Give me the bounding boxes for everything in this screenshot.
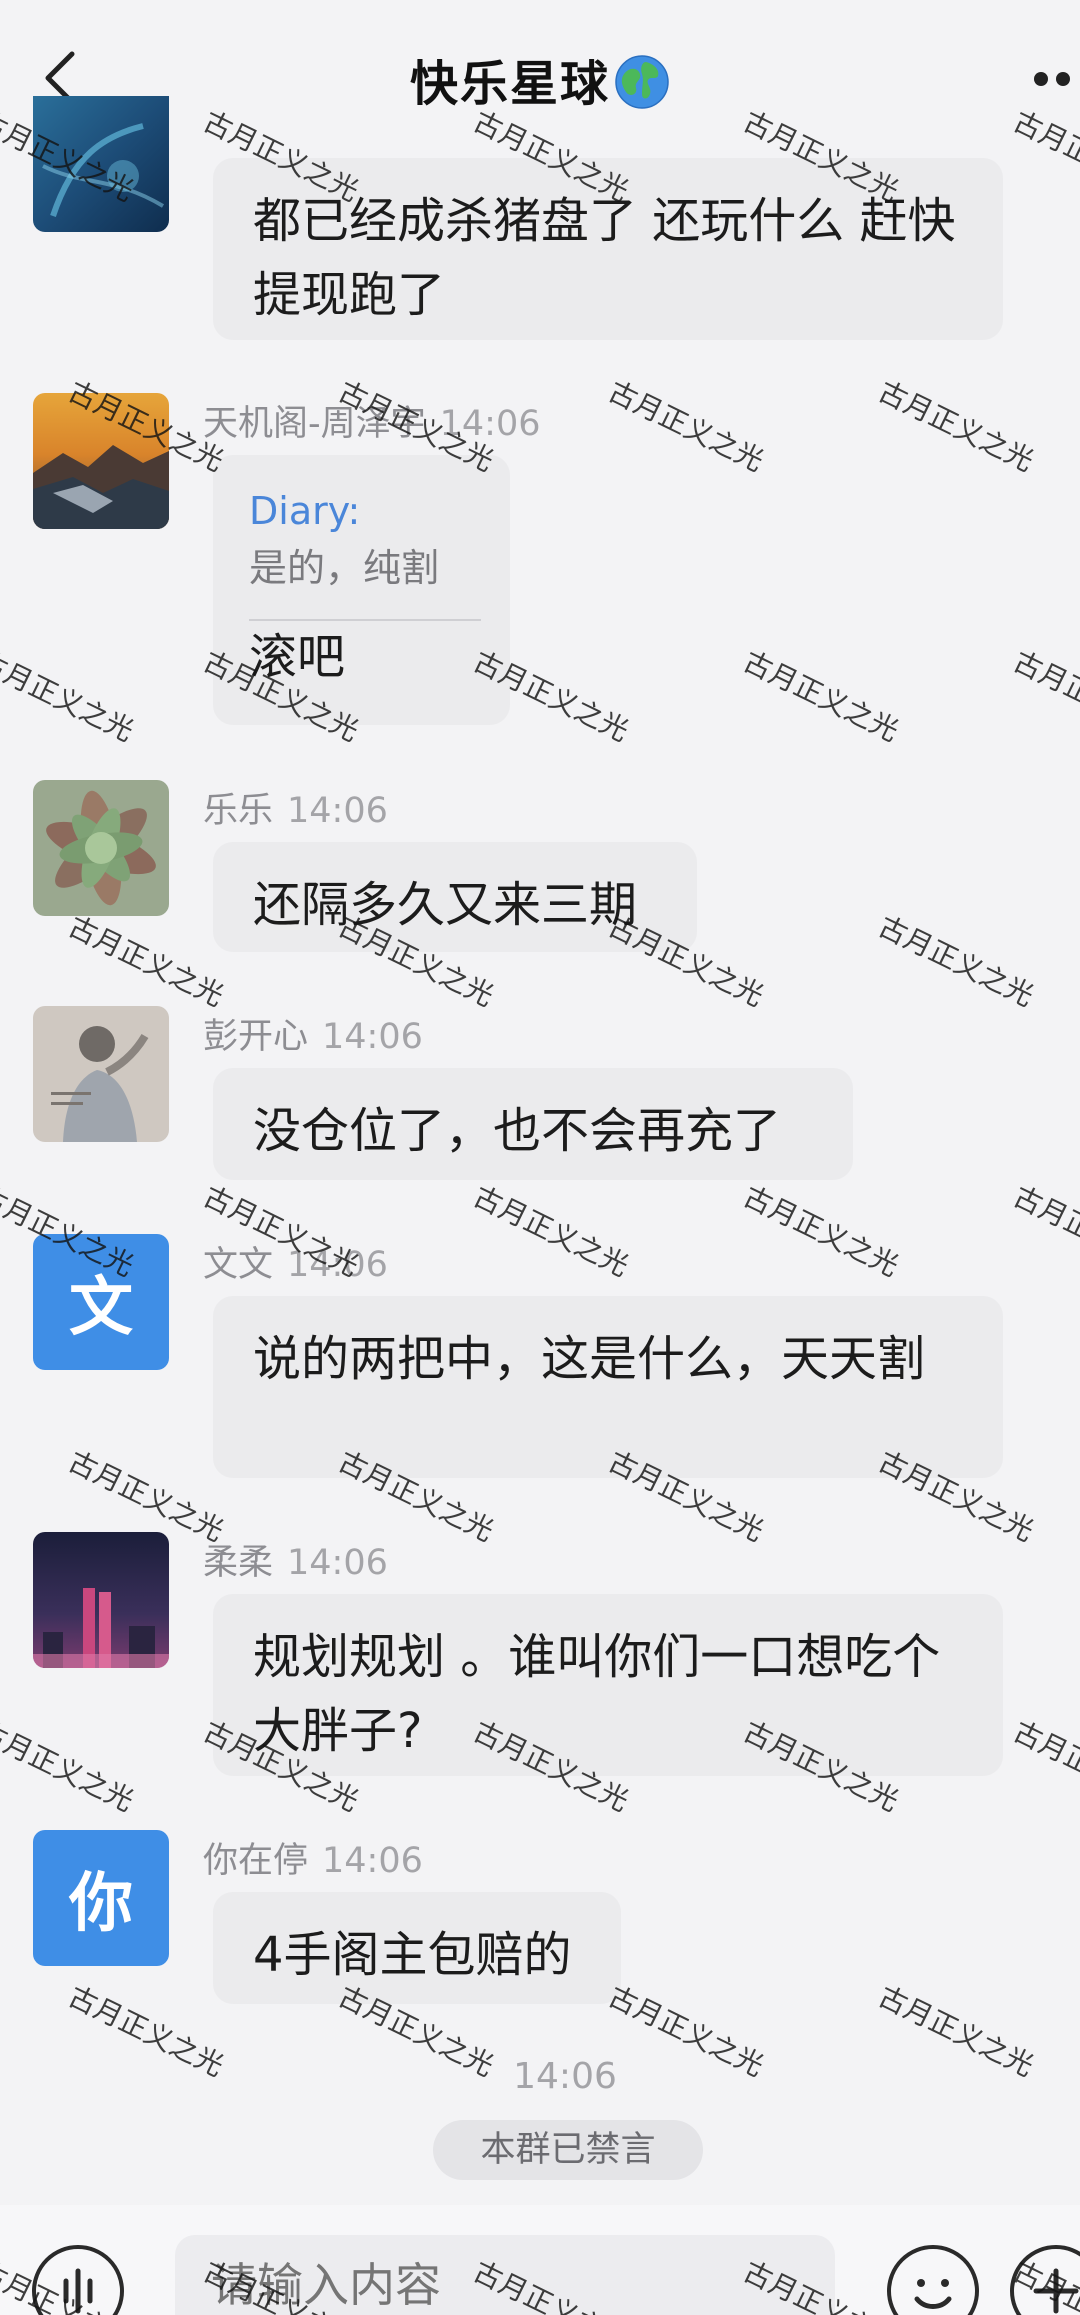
- avatar[interactable]: [33, 780, 169, 916]
- avatar-sunset-mountain-image: [33, 393, 169, 529]
- sender-line: 你在停 14:06: [203, 1832, 423, 1883]
- chat-screen: 快乐星球 都已经成杀猪盘了 还玩什么 赶快提现跑了 天机阁-周泽宇 14:06 …: [0, 0, 1080, 2315]
- message-time: 14:06: [322, 1017, 423, 1057]
- message-text: 都已经成杀猪盘了 还玩什么 赶快提现跑了: [253, 193, 956, 323]
- sender-name[interactable]: 柔柔: [203, 1543, 273, 1583]
- system-timestamp: 14:06: [513, 2056, 617, 2097]
- avatar[interactable]: [33, 1006, 169, 1142]
- message-time: 14:06: [287, 1543, 388, 1583]
- message-bubble[interactable]: 4手阁主包赔的: [213, 1892, 621, 2004]
- sender-line: 乐乐 14:06: [203, 782, 388, 833]
- avatar[interactable]: [33, 96, 169, 232]
- more-actions-button[interactable]: [1010, 2245, 1080, 2315]
- watermark-text: 古月正义之光: [63, 909, 229, 1013]
- watermark-text: 古月正义之光: [738, 1179, 904, 1283]
- letter-avatar[interactable]: 文: [33, 1234, 169, 1370]
- sender-name[interactable]: 乐乐: [203, 791, 273, 831]
- quote-sender[interactable]: Diary:: [249, 483, 474, 539]
- avatar-person-image: [33, 1006, 169, 1142]
- message-text: 规划规划 。谁叫你们一口想吃个大胖子?: [253, 1629, 941, 1759]
- smiley-icon: [914, 2279, 952, 2309]
- quote-text[interactable]: 是的，纯割: [249, 539, 474, 597]
- more-options-button[interactable]: [1030, 62, 1080, 92]
- avatar-city-night-image: [33, 1532, 169, 1668]
- watermark-text: 古月正义之光: [1008, 644, 1080, 748]
- message-bubble[interactable]: 规划规划 。谁叫你们一口想吃个大胖子?: [213, 1594, 1003, 1776]
- message-bubble[interactable]: 说的两把中，这是什么，天天割: [213, 1296, 1003, 1478]
- watermark-text: 古月正义之光: [603, 374, 769, 478]
- message-bubble[interactable]: 没仓位了，也不会再充了: [213, 1068, 853, 1180]
- sender-line: 文文 14:06: [203, 1236, 388, 1287]
- voice-input-button[interactable]: [32, 2245, 124, 2315]
- emoji-button[interactable]: [887, 2245, 979, 2315]
- watermark-text: 古月正义之光: [1008, 1714, 1080, 1818]
- message-text: 4手阁主包赔的: [253, 1927, 572, 1983]
- sender-line: 柔柔 14:06: [203, 1534, 388, 1585]
- message-time: 14:06: [439, 404, 541, 444]
- message-bubble[interactable]: 都已经成杀猪盘了 还玩什么 赶快提现跑了: [213, 158, 1003, 340]
- watermark-text: 古月正义之光: [1008, 1179, 1080, 1283]
- watermark-text: 古月正义之光: [873, 909, 1039, 1013]
- message-text: 滚吧: [249, 629, 346, 685]
- sender-line: 彭开心 14:06: [203, 1008, 423, 1059]
- sender-name[interactable]: 你在停: [203, 1841, 308, 1881]
- input-bar: [0, 2205, 1080, 2315]
- avatar[interactable]: [33, 1532, 169, 1668]
- group-muted-notice: 本群已禁言: [433, 2120, 703, 2180]
- watermark-text: 古月正义之光: [468, 1179, 634, 1283]
- avatar[interactable]: [33, 393, 169, 529]
- message-text: 还隔多久又来三期: [253, 877, 638, 933]
- message-time: 14:06: [287, 791, 388, 831]
- watermark-text: 古月正义之光: [738, 644, 904, 748]
- sender-line: 天机阁-周泽宇 14:06: [203, 395, 541, 446]
- watermark-text: 古月正义之光: [873, 374, 1039, 478]
- globe-icon: [615, 55, 669, 109]
- chat-title: 快乐星球: [409, 56, 610, 112]
- message-input[interactable]: [175, 2235, 835, 2315]
- sender-name[interactable]: 天机阁-周泽宇: [203, 404, 426, 444]
- avatar-succulent-image: [33, 780, 169, 916]
- message-bubble-with-quote[interactable]: Diary: 是的，纯割 滚吧: [213, 455, 510, 725]
- avatar-underwater-image: [33, 96, 169, 232]
- message-time: 14:06: [287, 1245, 388, 1285]
- more-dot-icon: [1056, 72, 1070, 86]
- voice-wave-icon: [63, 2268, 93, 2314]
- quote-divider: [249, 619, 481, 621]
- message-time: 14:06: [322, 1841, 423, 1881]
- letter-avatar[interactable]: 你: [33, 1830, 169, 1966]
- watermark-text: 古月正义之光: [0, 644, 139, 748]
- sender-name[interactable]: 文文: [203, 1245, 273, 1285]
- plus-icon: [1033, 2268, 1079, 2314]
- more-dot-icon: [1034, 72, 1048, 86]
- sender-name[interactable]: 彭开心: [203, 1017, 308, 1057]
- message-text: 说的两把中，这是什么，天天割: [253, 1331, 926, 1387]
- watermark-text: 古月正义之光: [0, 1714, 139, 1818]
- message-bubble[interactable]: 还隔多久又来三期: [213, 842, 697, 952]
- message-text: 没仓位了，也不会再充了: [253, 1103, 782, 1159]
